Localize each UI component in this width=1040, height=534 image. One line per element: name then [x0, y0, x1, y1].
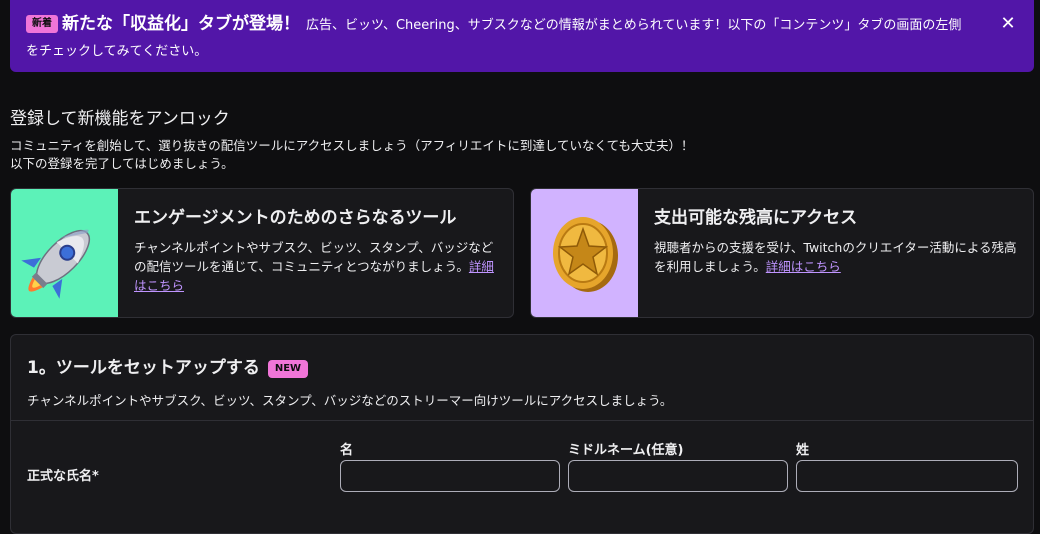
setup-header: 1。ツールをセットアップする NEW チャンネルポイントやサブスク、ビッツ、スタン…	[11, 335, 1033, 421]
card-body: エンゲージメントのためのさらなるツール チャンネルポイントやサブスク、ビッツ、ス…	[134, 203, 503, 295]
first-name-field[interactable]	[340, 460, 560, 492]
engagement-tools-card: エンゲージメントのためのさらなるツール チャンネルポイントやサブスク、ビッツ、ス…	[10, 188, 514, 318]
middle-name-label: ミドルネーム(任意)	[568, 443, 684, 458]
card-description-text: チャンネルポイントやサブスク、ビッツ、スタンプ、バッジなどの配信ツールを通じて、…	[134, 240, 494, 274]
banner-title: 新たな「収益化」タブが登場！	[62, 14, 300, 34]
balance-access-card: 支出可能な残高にアクセス 視聴者からの支援を受け、Twitchのクリエイター活動…	[530, 188, 1034, 318]
setup-description: チャンネルポイントやサブスク、ビッツ、スタンプ、バッジなどのストリーマー向けツー…	[27, 393, 673, 408]
new-badge: 新着	[26, 15, 58, 33]
card-art	[531, 189, 638, 317]
legal-name-label: 正式な氏名*	[27, 469, 99, 484]
last-name-field[interactable]	[796, 460, 1018, 492]
card-title: 支出可能な残高にアクセス	[654, 208, 858, 228]
learn-more-link[interactable]: 詳細はこちら	[766, 259, 841, 274]
middle-name-field[interactable]	[568, 460, 788, 492]
notification-banner: 新着 新たな「収益化」タブが登場！ 広告、ビッツ、Cheering、サブスクなどの情…	[10, 0, 1034, 72]
card-body: 支出可能な残高にアクセス 視聴者からの支援を受け、Twitchのクリエイター活動…	[654, 203, 1023, 276]
last-name-label: 姓	[796, 443, 810, 458]
setup-title: 1。ツールをセットアップする	[27, 358, 260, 378]
legal-name-row: 正式な氏名* 名 ミドルネーム(任意) 姓	[11, 421, 1033, 531]
unlock-description: コミュニティを創始して、選り抜きの配信ツールにアクセスしましょう（アフィリエイト…	[10, 138, 694, 153]
setup-tools-section: 1。ツールをセットアップする NEW チャンネルポイントやサブスク、ビッツ、スタン…	[10, 334, 1034, 534]
new-badge: NEW	[267, 360, 309, 378]
close-icon[interactable]: ✕	[998, 14, 1018, 34]
unlock-instruction: 以下の登録を完了してはじめましょう。	[10, 156, 234, 171]
rocket-icon	[21, 229, 91, 299]
card-description: 視聴者からの支援を受け、Twitchのクリエイター活動による残高を利用しましょう…	[654, 238, 1023, 276]
card-title: エンゲージメントのためのさらなるツール	[134, 208, 457, 228]
card-art	[11, 189, 118, 317]
unlock-heading: 登録して新機能をアンロック	[10, 109, 230, 129]
first-name-label: 名	[340, 443, 354, 458]
card-description: チャンネルポイントやサブスク、ビッツ、スタンプ、バッジなどの配信ツールを通じて、…	[134, 238, 503, 295]
unlock-section: 登録して新機能をアンロック コミュニティを創始して、選り抜きの配信ツールにアクセ…	[10, 104, 1034, 173]
coin-icon	[553, 217, 618, 292]
